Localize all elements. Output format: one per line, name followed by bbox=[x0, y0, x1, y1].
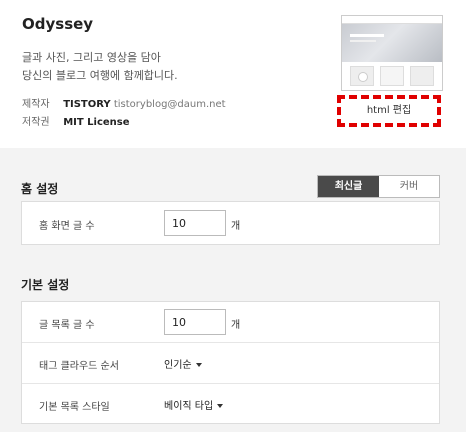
tag-cloud-order-row: 태그 클라우드 순서 인기순 bbox=[22, 343, 439, 384]
post-list-count-input[interactable] bbox=[164, 309, 226, 335]
home-post-count-label: 홈 화면 글 수 bbox=[39, 221, 95, 232]
thumbnail-card-image bbox=[358, 72, 368, 82]
home-settings-title: 홈 설정 bbox=[21, 182, 59, 196]
list-style-value: 베이직 타입 bbox=[164, 401, 214, 412]
chevron-down-icon bbox=[217, 404, 224, 408]
theme-description: 글과 사진, 그리고 영상을 담아 당신의 블로그 여행에 함께합니다. bbox=[22, 49, 272, 85]
chevron-down-icon bbox=[195, 363, 202, 367]
html-edit-button[interactable]: html 편집 bbox=[345, 102, 433, 120]
license-row: 저작권 MIT License bbox=[22, 113, 130, 128]
tag-cloud-order-label: 태그 클라우드 순서 bbox=[39, 361, 119, 372]
tag-cloud-order-value: 인기순 bbox=[164, 360, 192, 371]
home-settings-box: 홈 화면 글 수 개 bbox=[21, 201, 440, 245]
thumbnail-card bbox=[410, 66, 434, 86]
author-email: tistoryblog@daum.net bbox=[113, 99, 226, 110]
basic-settings-title: 기본 설정 bbox=[21, 278, 70, 292]
theme-info-panel: Odyssey 글과 사진, 그리고 영상을 담아 당신의 블로그 여행에 함께… bbox=[0, 0, 466, 148]
theme-preview-thumbnail bbox=[341, 15, 443, 91]
license-value: MIT License bbox=[63, 117, 130, 128]
tag-cloud-order-dropdown[interactable]: 인기순 bbox=[164, 356, 202, 371]
basic-settings-box: 글 목록 글 수 개 태그 클라우드 순서 인기순 기본 목록 스타일 베이직 … bbox=[21, 301, 440, 424]
license-label: 저작권 bbox=[22, 117, 50, 128]
author-name: TISTORY bbox=[63, 99, 111, 110]
post-list-count-row: 글 목록 글 수 개 bbox=[22, 302, 439, 343]
html-edit-highlight: html 편집 bbox=[337, 95, 441, 127]
home-post-count-row: 홈 화면 글 수 개 bbox=[22, 202, 439, 244]
toggle-cover[interactable]: 커버 bbox=[379, 176, 439, 197]
post-list-count-label: 글 목록 글 수 bbox=[39, 320, 95, 331]
thumbnail-card bbox=[350, 66, 374, 86]
home-post-count-input[interactable] bbox=[164, 210, 226, 236]
home-post-count-unit: 개 bbox=[231, 221, 241, 232]
author-label: 제작자 bbox=[22, 99, 50, 110]
list-style-dropdown[interactable]: 베이직 타입 bbox=[164, 397, 224, 412]
theme-name: Odyssey bbox=[22, 15, 94, 33]
thumbnail-header bbox=[342, 16, 442, 24]
thumbnail-hero-title bbox=[350, 34, 384, 37]
thumbnail-hero bbox=[342, 24, 442, 62]
list-style-label: 기본 목록 스타일 bbox=[39, 402, 110, 413]
author-row: 제작자 TISTORY tistoryblog@daum.net bbox=[22, 95, 226, 110]
thumbnail-card bbox=[380, 66, 404, 86]
list-style-row: 기본 목록 스타일 베이직 타입 bbox=[22, 384, 439, 425]
theme-description-line-1: 글과 사진, 그리고 영상을 담아 bbox=[22, 51, 161, 64]
toggle-latest-posts[interactable]: 최신글 bbox=[318, 176, 379, 197]
post-list-count-unit: 개 bbox=[231, 320, 241, 331]
thumbnail-hero-subtitle bbox=[350, 40, 376, 42]
theme-description-line-2: 당신의 블로그 여행에 함께합니다. bbox=[22, 69, 178, 82]
home-type-toggle: 최신글 커버 bbox=[317, 175, 440, 198]
